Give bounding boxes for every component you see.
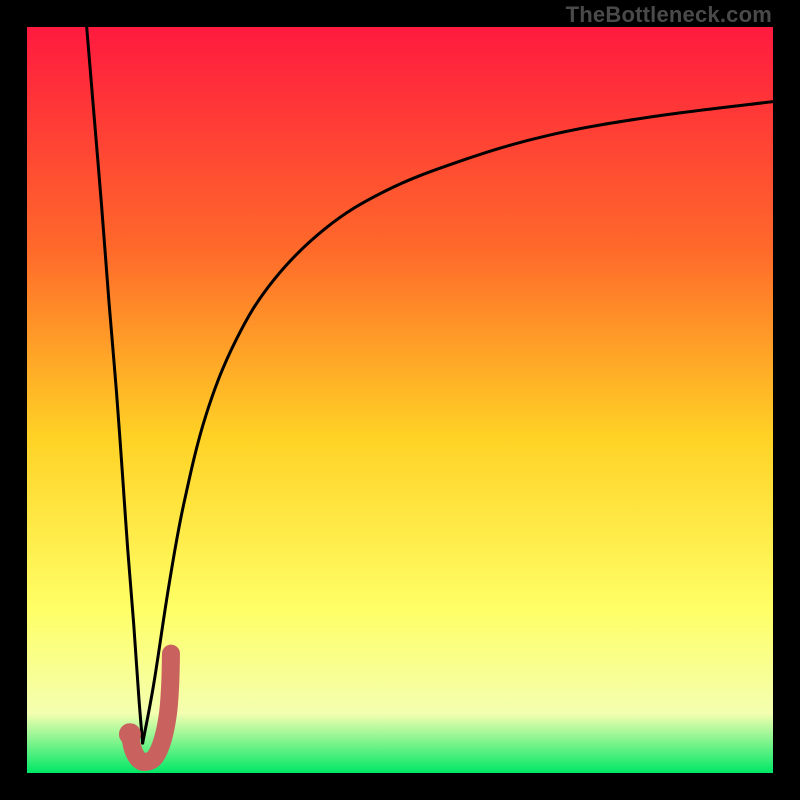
plot-area — [27, 27, 773, 773]
chart-frame: TheBottleneck.com — [0, 0, 800, 800]
chart-svg — [27, 27, 773, 773]
chart-marker-dot — [119, 723, 141, 745]
watermark-text: TheBottleneck.com — [566, 2, 772, 28]
gradient-background — [27, 27, 773, 773]
